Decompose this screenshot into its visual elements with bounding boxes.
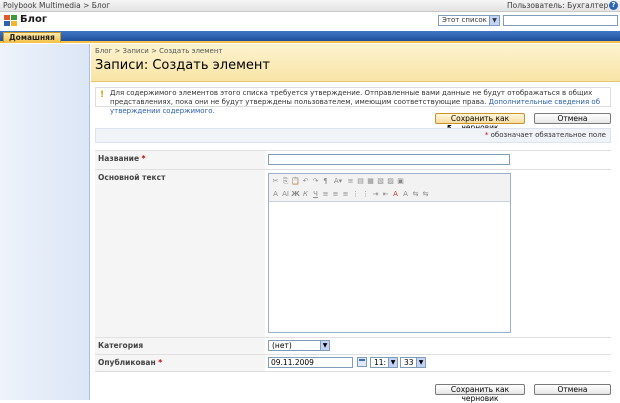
search-input[interactable] (503, 15, 618, 26)
tab-bar: Домашняя (0, 31, 620, 43)
category-select[interactable]: (нет) ▼ (268, 340, 330, 351)
category-label-text: Категория (98, 341, 144, 350)
site-logo-icon (4, 15, 18, 27)
published-minute-select[interactable]: 33 ▼ (400, 357, 426, 368)
page-title: Записи: Создать элемент (95, 58, 270, 73)
numbered-list-icon[interactable]: ⋮ (351, 189, 360, 199)
required-star: * (141, 154, 146, 163)
form-divider (95, 371, 611, 372)
main-content: ! Для содержимого элементов этого списка… (91, 83, 620, 403)
title-label: Название * (95, 150, 265, 169)
calendar-icon[interactable] (357, 357, 367, 367)
align-right-icon[interactable]: ≡ (341, 189, 350, 199)
tab-home[interactable]: Домашняя (3, 32, 61, 42)
rte-toolbar-row-1: ✂ ⎘ 📋 ↶ ↷ ¶ A▾ ≡ ▤ ▦ ▧ ▨ ▣ (271, 176, 405, 188)
published-date-input[interactable]: 09.11.2009 (268, 357, 353, 368)
table-row-icon[interactable]: ▧ (376, 176, 385, 186)
chevron-down-icon[interactable]: ▼ (489, 16, 499, 25)
table-insert-icon[interactable]: ▦ (366, 176, 375, 186)
bullet-list-icon[interactable]: ⋮ (361, 189, 370, 199)
table-column-icon[interactable]: ▨ (386, 176, 395, 186)
search-scope-select[interactable]: Этот список ▼ (438, 15, 500, 26)
copy-icon[interactable]: ⎘ (281, 176, 290, 186)
chevron-down-icon[interactable]: ▼ (388, 358, 397, 367)
title-area: Блог > Записи > Создать элемент Записи: … (91, 44, 620, 82)
published-hour-select[interactable]: 11: ▼ (370, 357, 398, 368)
paste-icon[interactable]: 📋 (291, 176, 300, 186)
published-label-text: Опубликован (98, 358, 156, 367)
cancel-button-top[interactable]: Отмена (534, 113, 611, 124)
rte-toolbar-row-2: A AI Ж К Ч ≡ ≡ ≡ ⋮ ⋮ ⇥ ⇤ A A ⇆ ⇆ (271, 189, 430, 201)
align-center-icon[interactable]: ≡ (331, 189, 340, 199)
rtl-icon[interactable]: ⇆ (421, 189, 430, 199)
title-label-text: Название (98, 154, 140, 163)
site-header: Блог Этот список ▼ (0, 12, 620, 31)
underline-icon[interactable]: Ч (311, 189, 320, 199)
category-value: (нет) (272, 341, 292, 350)
italic-icon[interactable]: К (301, 189, 310, 199)
undo-icon[interactable]: ↶ (301, 176, 310, 186)
search-scope-value: Этот список (442, 16, 487, 24)
save-draft-button-bottom[interactable]: Сохранить как черновик (435, 384, 525, 403)
required-note: * обозначает обязательное поле (95, 128, 611, 143)
text-color-icon[interactable]: A (391, 189, 400, 199)
chevron-down-icon[interactable]: ▼ (320, 341, 329, 350)
required-star: * (158, 358, 163, 367)
font-icon[interactable]: A (271, 189, 280, 199)
left-navigation (0, 44, 90, 400)
highlight-icon[interactable]: A (401, 189, 410, 199)
ltr-icon[interactable]: ⇆ (411, 189, 420, 199)
user-menu[interactable]: Пользователь: Бухгалтер ▾ (507, 0, 614, 11)
style-dropdown-icon[interactable]: A▾ (331, 176, 345, 186)
table-icon[interactable]: ▤ (356, 176, 365, 186)
align-icon[interactable]: ≡ (346, 176, 355, 186)
redo-icon[interactable]: ↷ (311, 176, 320, 186)
help-icon[interactable]: ? (609, 1, 618, 10)
body-label-text: Основной текст (98, 173, 166, 182)
align-left-icon[interactable]: ≡ (321, 189, 330, 199)
global-breadcrumb[interactable]: Polybook Multimedia > Блог (3, 0, 110, 11)
published-label: Опубликован * (95, 354, 265, 371)
bold-icon[interactable]: Ж (291, 189, 300, 199)
cancel-button-bottom[interactable]: Отмена (534, 384, 611, 395)
breadcrumb[interactable]: Блог > Записи > Создать элемент (95, 47, 222, 55)
global-bar: Polybook Multimedia > Блог Пользователь:… (0, 0, 620, 12)
body-label: Основной текст (95, 169, 265, 337)
outdent-icon[interactable]: ⇥ (371, 189, 380, 199)
table-cell-icon[interactable]: ▣ (396, 176, 405, 186)
font-size-icon[interactable]: AI (281, 189, 290, 199)
approval-notice: ! Для содержимого элементов этого списка… (95, 87, 611, 115)
chevron-down-icon[interactable]: ▼ (416, 358, 425, 367)
title-input[interactable] (268, 154, 510, 165)
body-rich-text-editor[interactable]: ✂ ⎘ 📋 ↶ ↷ ¶ A▾ ≡ ▤ ▦ ▧ ▨ ▣ A AI Ж К Ч ≡ (268, 173, 511, 333)
cut-icon[interactable]: ✂ (271, 176, 280, 186)
published-minute-value: 33 (404, 358, 414, 367)
category-label: Категория (95, 337, 265, 354)
paragraph-icon[interactable]: ¶ (321, 176, 330, 186)
indent-icon[interactable]: ⇤ (381, 189, 390, 199)
site-title[interactable]: Блог (20, 14, 47, 25)
warning-icon: ! (100, 90, 105, 100)
rte-toolbar: ✂ ⎘ 📋 ↶ ↷ ¶ A▾ ≡ ▤ ▦ ▧ ▨ ▣ A AI Ж К Ч ≡ (269, 174, 510, 202)
required-note-text: обозначает обязательное поле (488, 131, 606, 139)
published-hour-value: 11: (374, 358, 387, 367)
